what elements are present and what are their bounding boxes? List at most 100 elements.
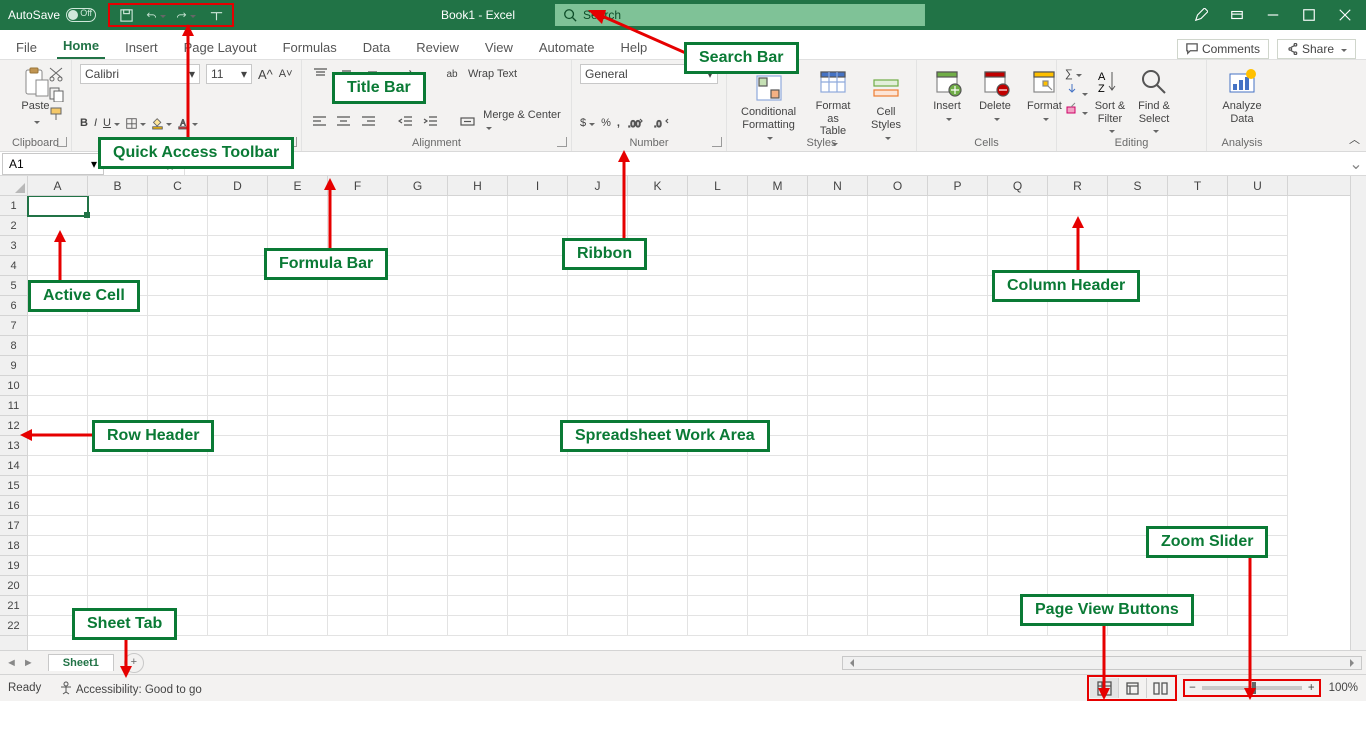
format-painter-icon[interactable] — [48, 106, 66, 122]
comments-button[interactable]: Comments — [1177, 39, 1269, 59]
cell[interactable] — [628, 476, 688, 496]
cell[interactable] — [1168, 276, 1228, 296]
cell[interactable] — [748, 516, 808, 536]
cell[interactable] — [208, 436, 268, 456]
cell[interactable] — [1168, 376, 1228, 396]
cell[interactable] — [868, 396, 928, 416]
cell[interactable] — [328, 596, 388, 616]
cell[interactable] — [868, 456, 928, 476]
format-as-table-button[interactable]: Format as Table — [804, 64, 862, 148]
tab-file[interactable]: File — [10, 36, 43, 59]
font-size-combo[interactable]: 11▾ — [206, 64, 252, 84]
cell[interactable] — [568, 356, 628, 376]
cell[interactable] — [928, 316, 988, 336]
cell[interactable] — [328, 416, 388, 436]
cell[interactable] — [928, 376, 988, 396]
cell[interactable] — [568, 396, 628, 416]
cell[interactable] — [868, 316, 928, 336]
cell[interactable] — [568, 316, 628, 336]
cell[interactable] — [88, 356, 148, 376]
cell[interactable] — [748, 536, 808, 556]
row-header-18[interactable]: 18 — [0, 536, 27, 556]
accounting-format-icon[interactable]: $ — [580, 117, 595, 129]
cell[interactable] — [1108, 376, 1168, 396]
cell[interactable] — [928, 196, 988, 216]
cell[interactable] — [1168, 556, 1228, 576]
cell[interactable] — [28, 476, 88, 496]
cell[interactable] — [328, 376, 388, 396]
cell[interactable] — [268, 616, 328, 636]
cell[interactable] — [688, 496, 748, 516]
sort-filter-button[interactable]: AZSort & Filter — [1088, 64, 1132, 135]
cell[interactable] — [1228, 436, 1288, 456]
column-header-P[interactable]: P — [928, 176, 988, 195]
cell[interactable] — [448, 216, 508, 236]
row-header-7[interactable]: 7 — [0, 316, 27, 336]
cell[interactable] — [388, 556, 448, 576]
tab-view[interactable]: View — [479, 36, 519, 59]
cell[interactable] — [568, 456, 628, 476]
cell[interactable] — [28, 456, 88, 476]
cell[interactable] — [28, 336, 88, 356]
sheet-tab[interactable]: Sheet1 — [48, 654, 114, 671]
cell[interactable] — [1048, 556, 1108, 576]
cell[interactable] — [1108, 476, 1168, 496]
cell[interactable] — [688, 516, 748, 536]
cell[interactable] — [328, 436, 388, 456]
cell[interactable] — [808, 316, 868, 336]
cell[interactable] — [748, 576, 808, 596]
align-right-icon[interactable] — [359, 111, 377, 131]
cell[interactable] — [748, 556, 808, 576]
cell[interactable] — [988, 516, 1048, 536]
cell[interactable] — [928, 356, 988, 376]
cell[interactable] — [148, 236, 208, 256]
cell[interactable] — [688, 476, 748, 496]
formula-input[interactable] — [184, 153, 1346, 175]
cell[interactable] — [388, 616, 448, 636]
cell[interactable] — [928, 596, 988, 616]
cell[interactable] — [808, 496, 868, 516]
cell[interactable] — [748, 236, 808, 256]
cell[interactable] — [508, 536, 568, 556]
cell[interactable] — [628, 496, 688, 516]
cell[interactable] — [388, 276, 448, 296]
cell[interactable] — [988, 556, 1048, 576]
autosave-toggle[interactable]: Off — [66, 8, 96, 22]
cell[interactable] — [688, 296, 748, 316]
cell[interactable] — [928, 536, 988, 556]
cell[interactable] — [568, 596, 628, 616]
cell[interactable] — [808, 236, 868, 256]
cell[interactable] — [328, 616, 388, 636]
cell[interactable] — [988, 476, 1048, 496]
cell[interactable] — [388, 496, 448, 516]
cell[interactable] — [928, 436, 988, 456]
cell-styles-button[interactable]: Cell Styles — [864, 70, 908, 141]
cell[interactable] — [508, 416, 568, 436]
cell[interactable] — [988, 416, 1048, 436]
cell[interactable] — [268, 416, 328, 436]
cell[interactable] — [628, 396, 688, 416]
column-header-O[interactable]: O — [868, 176, 928, 195]
cell[interactable] — [208, 316, 268, 336]
cell[interactable] — [388, 316, 448, 336]
cell[interactable] — [328, 296, 388, 316]
cell[interactable] — [88, 256, 148, 276]
cell[interactable] — [1168, 476, 1228, 496]
pen-icon[interactable] — [1194, 8, 1208, 22]
cell[interactable] — [448, 416, 508, 436]
cell[interactable] — [208, 376, 268, 396]
cell[interactable] — [388, 436, 448, 456]
cell[interactable] — [688, 456, 748, 476]
cell[interactable] — [88, 236, 148, 256]
cell[interactable] — [448, 496, 508, 516]
cell[interactable] — [208, 616, 268, 636]
copy-icon[interactable] — [48, 86, 66, 102]
cell[interactable] — [748, 276, 808, 296]
cell[interactable] — [268, 296, 328, 316]
cell[interactable] — [508, 336, 568, 356]
close-icon[interactable] — [1338, 8, 1352, 22]
cell[interactable] — [208, 496, 268, 516]
cell[interactable] — [148, 336, 208, 356]
cell[interactable] — [868, 216, 928, 236]
cell[interactable] — [448, 196, 508, 216]
